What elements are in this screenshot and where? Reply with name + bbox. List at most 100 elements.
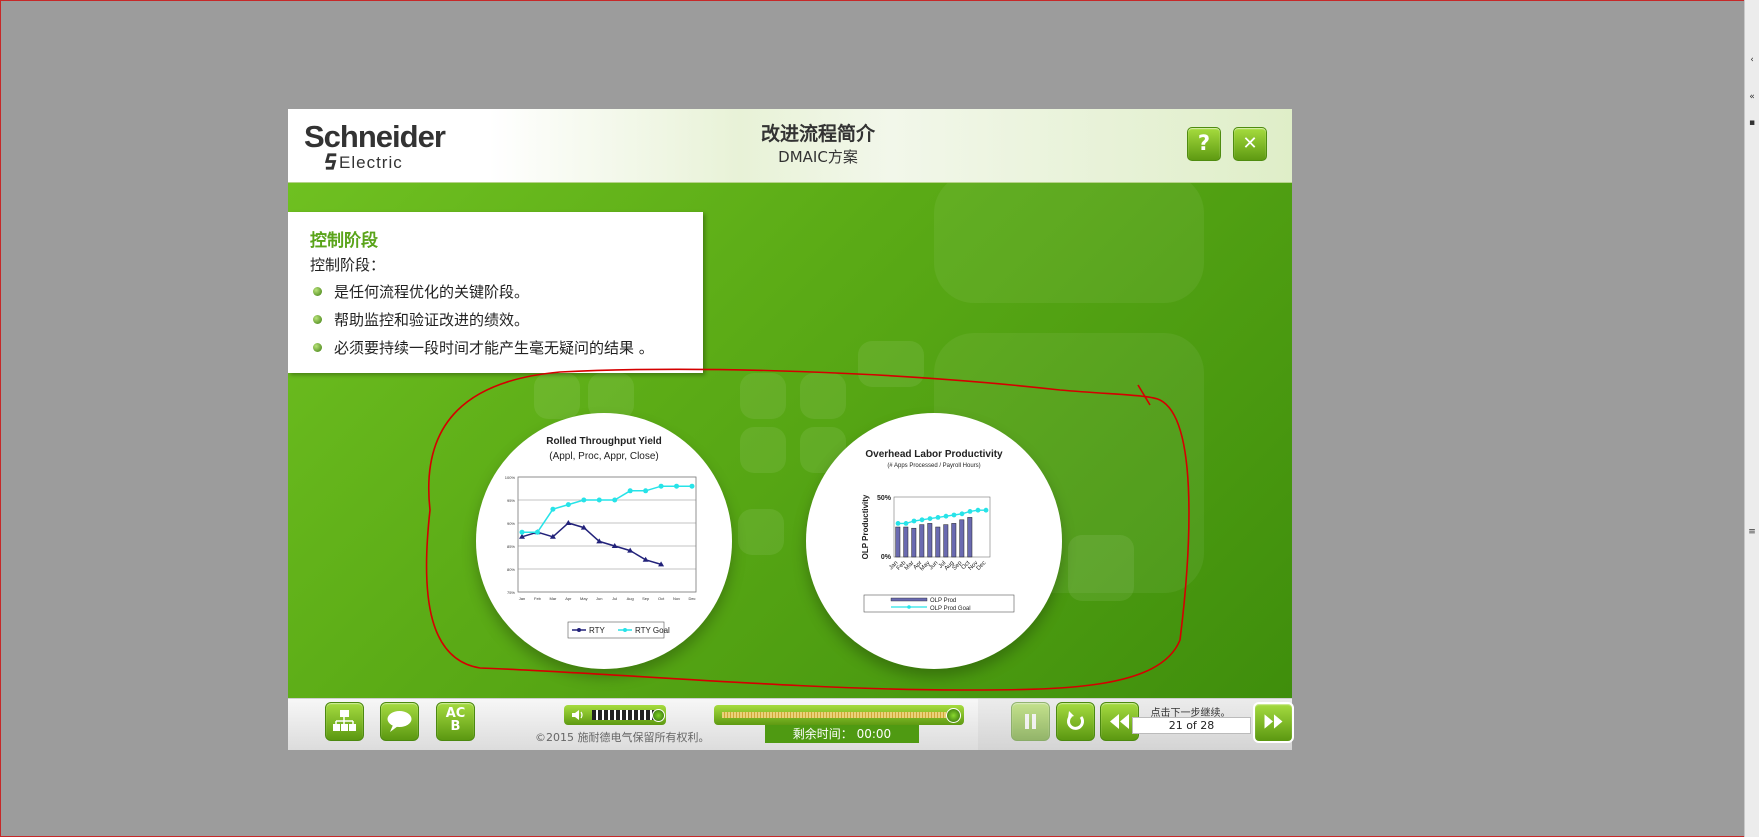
schneider-logo: Schneider Electric bbox=[304, 119, 454, 172]
page-title: 改进流程简介 bbox=[760, 123, 875, 145]
background-tile bbox=[740, 427, 786, 473]
bar bbox=[911, 527, 917, 558]
scroll-thumb[interactable]: ≡ bbox=[1747, 527, 1757, 537]
volume-control[interactable] bbox=[564, 705, 666, 725]
bullet-list: 是任何流程优化的关键阶段。 帮助监控和验证改进的绩效。 必须要持续一段时间才能产… bbox=[310, 282, 654, 366]
y-tick-label: 75% bbox=[507, 590, 515, 595]
data-point bbox=[959, 511, 965, 517]
list-item: 必须要持续一段时间才能产生毫无疑问的结果 。 bbox=[310, 338, 654, 366]
list-item: 帮助监控和验证改进的绩效。 bbox=[310, 310, 654, 338]
sitemap-icon bbox=[333, 710, 356, 731]
fast-forward-icon bbox=[1264, 714, 1283, 729]
olp-chart-circle: Overhead Labor Productivity (# Apps Proc… bbox=[806, 413, 1062, 669]
close-button[interactable]: ✕ bbox=[1233, 127, 1267, 161]
plot-area bbox=[893, 496, 991, 558]
player-header: Schneider Electric 改进流程简介 DMAIC方案 ? ✕ bbox=[288, 109, 1292, 183]
window-scrollbar[interactable]: ‹ « ▪ ≡ bbox=[1744, 0, 1759, 837]
x-tick-label: Mar bbox=[549, 596, 557, 601]
legend-marker bbox=[577, 628, 581, 632]
x-tick-label: Dec bbox=[976, 560, 988, 572]
rty-chart-circle: Rolled Throughput Yield (Appl, Proc, App… bbox=[476, 413, 732, 669]
bar bbox=[895, 526, 901, 558]
x-tick-label: Aug bbox=[627, 596, 634, 601]
rty-line-chart: 100% 95% 90% 85% 80% 75% Jan Feb Mar Apr May Jun Jul… bbox=[505, 475, 697, 639]
data-point bbox=[895, 521, 901, 526]
legend-marker bbox=[623, 628, 627, 632]
bar bbox=[959, 519, 965, 558]
bar bbox=[935, 526, 941, 558]
legend-swatch bbox=[890, 597, 928, 602]
progress-knob[interactable] bbox=[946, 708, 961, 723]
help-button[interactable]: ? bbox=[1187, 127, 1221, 161]
progress-fill bbox=[722, 712, 948, 718]
volume-level-bar[interactable] bbox=[592, 710, 654, 720]
next-button[interactable] bbox=[1253, 702, 1294, 743]
speaker-icon[interactable] bbox=[570, 707, 586, 723]
progress-bar[interactable] bbox=[714, 705, 964, 725]
legend-label: RTY Goal bbox=[635, 626, 670, 635]
legend-label: OLP Prod Goal bbox=[930, 606, 971, 612]
glossary-button[interactable]: AC B bbox=[436, 702, 475, 741]
y-tick-label: 95% bbox=[507, 498, 515, 503]
x-tick-label: Jun bbox=[596, 596, 602, 601]
page-subtitle: DMAIC方案 bbox=[778, 148, 858, 166]
data-point bbox=[935, 515, 941, 520]
bullet-icon bbox=[313, 343, 322, 352]
slide-stage: 控制阶段 控制阶段： 是任何流程优化的关键阶段。 帮助监控和验证改进的绩效。 必… bbox=[288, 183, 1292, 698]
y-axis-label: OLP Productivity bbox=[861, 494, 870, 559]
data-point bbox=[951, 512, 957, 518]
logo-subword: Electric bbox=[339, 153, 403, 172]
notes-button[interactable] bbox=[380, 702, 419, 741]
data-point bbox=[565, 502, 571, 508]
data-point bbox=[643, 488, 649, 494]
data-point bbox=[534, 529, 540, 535]
collapse-icon[interactable]: « bbox=[1747, 92, 1757, 102]
list-item: 是任何流程优化的关键阶段。 bbox=[310, 282, 654, 310]
replay-icon bbox=[1067, 711, 1084, 730]
bar bbox=[967, 517, 973, 558]
x-tick-label: May bbox=[580, 596, 588, 601]
data-point bbox=[943, 513, 949, 519]
y-tick-label: 85% bbox=[507, 544, 515, 549]
legend-marker bbox=[907, 605, 911, 609]
bar bbox=[919, 524, 925, 558]
scroll-marker-icon: ▪ bbox=[1748, 118, 1756, 128]
bullet-icon bbox=[313, 287, 322, 296]
data-point bbox=[674, 483, 680, 489]
y-tick-label: 0% bbox=[881, 554, 892, 561]
x-tick-label: Jan bbox=[519, 596, 525, 601]
background-tile bbox=[934, 183, 1204, 303]
data-point bbox=[903, 521, 909, 526]
data-point bbox=[911, 518, 917, 524]
data-point bbox=[581, 497, 587, 503]
data-point bbox=[596, 497, 602, 503]
replay-button[interactable] bbox=[1056, 702, 1095, 741]
copyright-text: ©2015 施耐德电气保留所有权利。 bbox=[535, 731, 710, 744]
bar bbox=[951, 523, 957, 558]
x-tick-label: Apr bbox=[565, 596, 572, 601]
y-tick-label: 100% bbox=[505, 475, 516, 480]
background-tile bbox=[738, 509, 784, 555]
background-tile bbox=[1068, 535, 1134, 601]
x-tick-label: Dec bbox=[688, 596, 695, 601]
data-point bbox=[519, 529, 525, 535]
data-point bbox=[983, 507, 989, 513]
section-heading: 控制阶段 bbox=[310, 231, 378, 251]
pause-button[interactable] bbox=[1011, 702, 1050, 741]
logo-s-icon bbox=[324, 153, 337, 170]
data-point bbox=[689, 483, 695, 489]
scroll-marker-icon: ‹ bbox=[1750, 55, 1754, 65]
time-remaining: 剩余时间： 00:00 bbox=[765, 725, 919, 743]
outline-button[interactable] bbox=[325, 702, 364, 741]
y-tick-label: 80% bbox=[507, 567, 515, 572]
glossary-icon: AC B bbox=[445, 706, 466, 734]
bar bbox=[903, 526, 909, 558]
volume-knob[interactable] bbox=[652, 709, 665, 722]
data-point bbox=[927, 516, 933, 521]
bar bbox=[927, 523, 933, 558]
page-counter: 21 of 28 bbox=[1132, 717, 1251, 734]
section-intro: 控制阶段： bbox=[310, 256, 386, 274]
x-tick-label: Sep bbox=[642, 596, 650, 601]
y-tick-label: 50% bbox=[877, 495, 892, 502]
logo-wordmark: Schneider bbox=[304, 119, 446, 154]
